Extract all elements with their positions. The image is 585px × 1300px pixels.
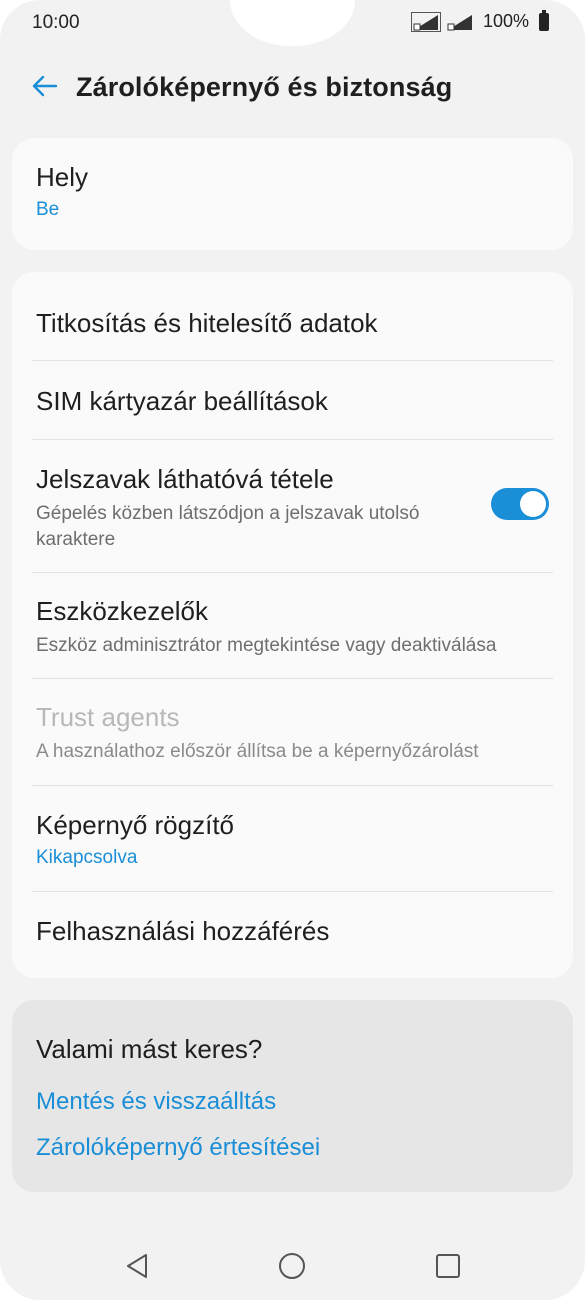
suggestions-card: Valami mást keres? Mentés és visszaálltá…: [12, 1000, 573, 1192]
setting-device-admins[interactable]: Eszközkezelők Eszköz adminisztrátor megt…: [36, 596, 549, 659]
setting-screen-pinning[interactable]: Képernyő rögzítő Kikapcsolva: [36, 810, 549, 869]
back-button[interactable]: [26, 68, 62, 104]
toggle-knob: [520, 491, 546, 517]
setting-title: Képernyő rögzítő: [36, 810, 235, 840]
status-icons: 100%: [410, 9, 549, 32]
signal-sim1-icon: [410, 11, 441, 32]
suggestion-link-lockscreen-notifications[interactable]: Zárolóképernyő értesítései: [36, 1134, 320, 1162]
setting-show-passwords[interactable]: Jelszavak láthatóvá tétele Gépelés közbe…: [36, 464, 463, 553]
location-card: Hely Be: [12, 138, 573, 250]
location-item[interactable]: Hely Be: [36, 162, 549, 221]
page-title: Zárolóképernyő és biztonság: [76, 72, 453, 102]
status-bar: 10:00 100%: [0, 0, 585, 46]
battery-percent: 100%: [482, 11, 529, 31]
setting-value: Kikapcsolva: [36, 847, 138, 868]
setting-title: Jelszavak láthatóvá tétele: [36, 464, 334, 494]
location-title: Hely: [36, 162, 89, 192]
setting-title: Eszközkezelők: [36, 596, 208, 626]
setting-sim-lock[interactable]: SIM kártyazár beállítások: [36, 386, 549, 417]
triangle-back-icon: [127, 1254, 147, 1278]
divider: [32, 785, 553, 786]
nav-recents-button[interactable]: [428, 1246, 468, 1286]
setting-title: Titkosítás és hitelesítő adatok: [36, 308, 378, 338]
suggestion-link-backup[interactable]: Mentés és visszaálltás: [36, 1088, 276, 1116]
divider: [32, 360, 553, 361]
divider: [32, 891, 553, 892]
app-bar: Zárolóképernyő és biztonság: [0, 60, 585, 116]
setting-subtitle: A használathoz először állítsa be a képe…: [36, 741, 479, 762]
setting-subtitle: Eszköz adminisztrátor megtekintése vagy …: [36, 635, 497, 656]
nav-back-button[interactable]: [117, 1246, 157, 1286]
divider: [32, 439, 553, 440]
signal-sim2-icon: [447, 14, 472, 30]
setting-title: SIM kártyazár beállítások: [36, 386, 328, 416]
suggestions-title: Valami mást keres?: [36, 1034, 263, 1064]
battery-icon: [539, 9, 549, 31]
square-recents-icon: [436, 1254, 460, 1278]
setting-title: Felhasználási hozzáférés: [36, 916, 330, 946]
setting-subtitle: Gépelés közben látszódjon a jelszavak ut…: [36, 503, 420, 550]
phone-screen: 10:00 100% Zárolóképernyő és biztonság H…: [0, 0, 585, 1300]
setting-usage-access[interactable]: Felhasználási hozzáférés: [36, 916, 549, 947]
arrow-left-icon: [32, 75, 58, 97]
navigation-bar: [0, 1236, 585, 1296]
status-time: 10:00: [32, 12, 80, 33]
setting-trust-agents: Trust agents A használathoz először állí…: [36, 702, 549, 765]
setting-encryption[interactable]: Titkosítás és hitelesítő adatok: [36, 308, 549, 339]
circle-home-icon: [279, 1253, 305, 1279]
divider: [32, 572, 553, 573]
show-passwords-toggle[interactable]: [491, 488, 549, 520]
location-value: Be: [36, 199, 60, 220]
divider: [32, 678, 553, 679]
setting-title: Trust agents: [36, 702, 180, 732]
security-settings-card: Titkosítás és hitelesítő adatok SIM kárt…: [12, 272, 573, 978]
nav-home-button[interactable]: [272, 1246, 312, 1286]
